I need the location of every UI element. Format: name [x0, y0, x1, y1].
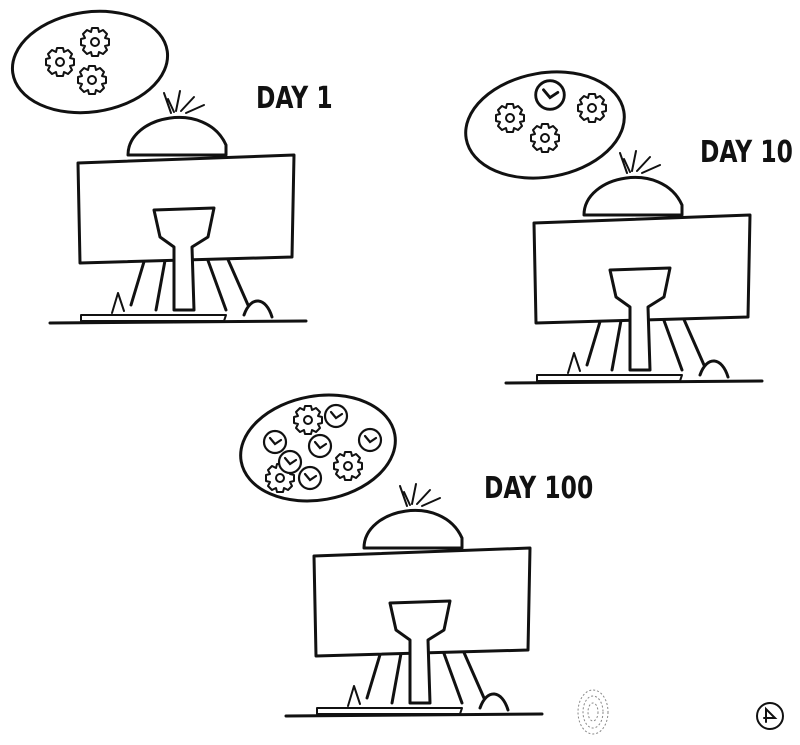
- clock-icon: [534, 79, 566, 111]
- clock-icon: [262, 429, 288, 455]
- person-at-monitor: [504, 149, 764, 385]
- gear-icon: [333, 451, 363, 481]
- panel-day10: [464, 70, 764, 385]
- gear-icon: [495, 103, 525, 133]
- panel-label-day1: DAY 1: [256, 81, 333, 116]
- panel-label-day100: DAY 100: [484, 471, 594, 506]
- gear-icon: [293, 405, 323, 435]
- person-at-monitor: [284, 482, 544, 718]
- clock-icon: [297, 465, 323, 491]
- signature-icon: [756, 702, 784, 730]
- panel-day1: [10, 9, 308, 325]
- panel-label-day10: DAY 10: [700, 135, 793, 170]
- gear-icon: [577, 93, 607, 123]
- gear-icon: [77, 65, 107, 95]
- thought-bubble: [10, 9, 170, 115]
- thumbprint-icon: [577, 689, 609, 735]
- comic-strip: DAY 1 DAY 10 DAY 100: [0, 0, 800, 740]
- panel-day100: [239, 393, 544, 718]
- clock-icon: [277, 449, 303, 475]
- clock-icon: [357, 427, 383, 453]
- gear-icon: [530, 123, 560, 153]
- clock-icon: [307, 433, 333, 459]
- person-at-monitor: [48, 89, 308, 325]
- clock-icon: [323, 403, 349, 429]
- gear-icon: [80, 27, 110, 57]
- gear-icon: [45, 47, 75, 77]
- comic-drawing: [10, 9, 784, 735]
